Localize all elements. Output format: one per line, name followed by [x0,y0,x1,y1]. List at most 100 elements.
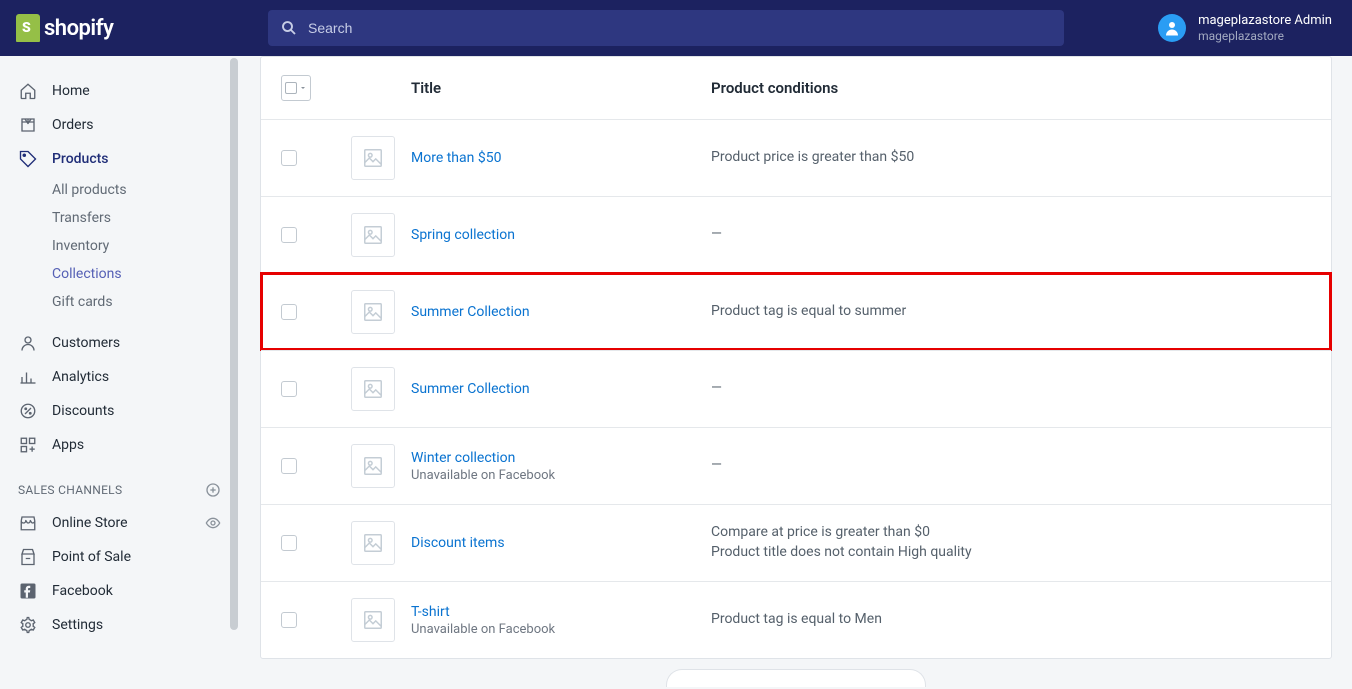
sidebar-item-label: Products [52,151,109,167]
shopify-bag-icon [16,14,40,42]
pos-icon [18,547,38,567]
search-icon [280,19,298,37]
sidebar-sub-giftcards[interactable]: Gift cards [52,288,239,316]
sidebar-item-pos[interactable]: Point of Sale [0,540,239,574]
sidebar-item-label: Discounts [52,403,114,419]
user-name: mageplazastore Admin [1198,13,1332,29]
sidebar-item-orders[interactable]: Orders [0,108,239,142]
select-all-checkbox[interactable] [281,75,311,101]
sales-channels-label: SALES CHANNELS [18,483,122,497]
sidebar-item-label: Online Store [52,515,191,531]
sidebar-item-products[interactable]: Products [0,142,239,176]
condition-line: Product title does not contain High qual… [711,543,1311,563]
user-area[interactable]: mageplazastore Admin mageplazastore [1158,13,1352,43]
condition-line: — [711,225,1311,245]
condition-line: Product tag is equal to Men [711,610,1311,630]
table-row[interactable]: Spring collection — [261,196,1331,273]
user-icon [1163,19,1181,37]
add-channel-icon[interactable] [205,482,221,498]
sidebar: Home Orders Products All products Transf… [0,56,240,646]
col-conditions: Product conditions [711,79,838,97]
analytics-icon [18,367,38,387]
eye-icon[interactable] [205,515,221,531]
user-texts: mageplazastore Admin mageplazastore [1198,13,1332,43]
row-conditions: Compare at price is greater than $0Produ… [711,523,1311,562]
search-box[interactable] [268,10,1064,46]
sidebar-sub-collections[interactable]: Collections [52,260,239,288]
sidebar-item-analytics[interactable]: Analytics [0,360,239,394]
sidebar-item-label: Home [52,83,90,99]
condition-line: — [711,456,1311,476]
row-conditions: Product tag is equal to Men [711,610,1311,630]
table-row[interactable]: Winter collection Unavailable on Facebook… [261,427,1331,504]
col-title: Title [411,79,711,97]
condition-line: Product tag is equal to summer [711,302,1311,322]
table-row[interactable]: More than $50 Product price is greater th… [261,119,1331,196]
row-checkbox[interactable] [281,304,297,320]
sidebar-item-facebook[interactable]: Facebook [0,574,239,608]
customers-icon [18,333,38,353]
row-checkbox[interactable] [281,535,297,551]
table-row[interactable]: Summer Collection Product tag is equal to… [261,273,1331,350]
collection-link[interactable]: T-shirt [411,604,450,620]
chevron-down-icon [299,84,307,92]
search-input[interactable] [308,20,1052,36]
pagination-peek [260,669,1332,689]
row-subtitle: Unavailable on Facebook [411,622,711,637]
condition-line: Product price is greater than $50 [711,148,1311,168]
facebook-icon [18,581,38,601]
image-placeholder-icon [351,521,395,565]
image-placeholder-icon [351,598,395,642]
collection-link[interactable]: Winter collection [411,450,515,466]
search-wrap [240,10,1158,46]
row-subtitle: Unavailable on Facebook [411,468,711,483]
collection-link[interactable]: Summer Collection [411,381,530,397]
sidebar-sub-inventory[interactable]: Inventory [52,232,239,260]
discounts-icon [18,401,38,421]
row-conditions: — [711,456,1311,476]
collection-link[interactable]: Discount items [411,535,505,551]
row-checkbox[interactable] [281,381,297,397]
image-placeholder-icon [351,213,395,257]
brand-text: shopify [44,16,113,41]
image-placeholder-icon [351,136,395,180]
apps-icon [18,435,38,455]
sidebar-item-apps[interactable]: Apps [0,428,239,462]
row-checkbox[interactable] [281,227,297,243]
row-checkbox[interactable] [281,150,297,166]
sidebar-item-customers[interactable]: Customers [0,326,239,360]
sidebar-sub-all-products[interactable]: All products [52,176,239,204]
collection-link[interactable]: Summer Collection [411,304,530,320]
sidebar-item-label: Customers [52,335,120,351]
condition-line: Compare at price is greater than $0 [711,523,1311,543]
sales-channels-header: SALES CHANNELS [0,462,239,506]
row-conditions: — [711,225,1311,245]
sidebar-item-home[interactable]: Home [0,74,239,108]
gear-icon [18,615,38,635]
brand[interactable]: shopify [0,14,240,42]
avatar [1158,14,1186,42]
sidebar-item-label: Analytics [52,369,109,385]
sidebar-item-settings[interactable]: Settings [0,608,239,642]
sidebar-item-label: Facebook [52,583,113,599]
sidebar-item-label: Apps [52,437,84,453]
collections-table: Title Product conditions More than $50 Pr… [260,56,1332,659]
sidebar-sub-transfers[interactable]: Transfers [52,204,239,232]
row-checkbox[interactable] [281,458,297,474]
condition-line: — [711,379,1311,399]
tag-icon [18,149,38,169]
collection-link[interactable]: More than $50 [411,150,501,166]
sidebar-item-online-store[interactable]: Online Store [0,506,239,540]
collection-link[interactable]: Spring collection [411,227,515,243]
sidebar-item-discounts[interactable]: Discounts [0,394,239,428]
table-row[interactable]: Summer Collection — [261,350,1331,427]
table-row[interactable]: Discount items Compare at price is greate… [261,504,1331,581]
orders-icon [18,115,38,135]
image-placeholder-icon [351,290,395,334]
table-row[interactable]: T-shirt Unavailable on FacebookProduct ta… [261,581,1331,658]
row-checkbox[interactable] [281,612,297,628]
store-icon [18,513,38,533]
scrollbar[interactable] [226,56,240,646]
sidebar-item-label: Settings [52,617,103,633]
table-header-row: Title Product conditions [261,57,1331,119]
